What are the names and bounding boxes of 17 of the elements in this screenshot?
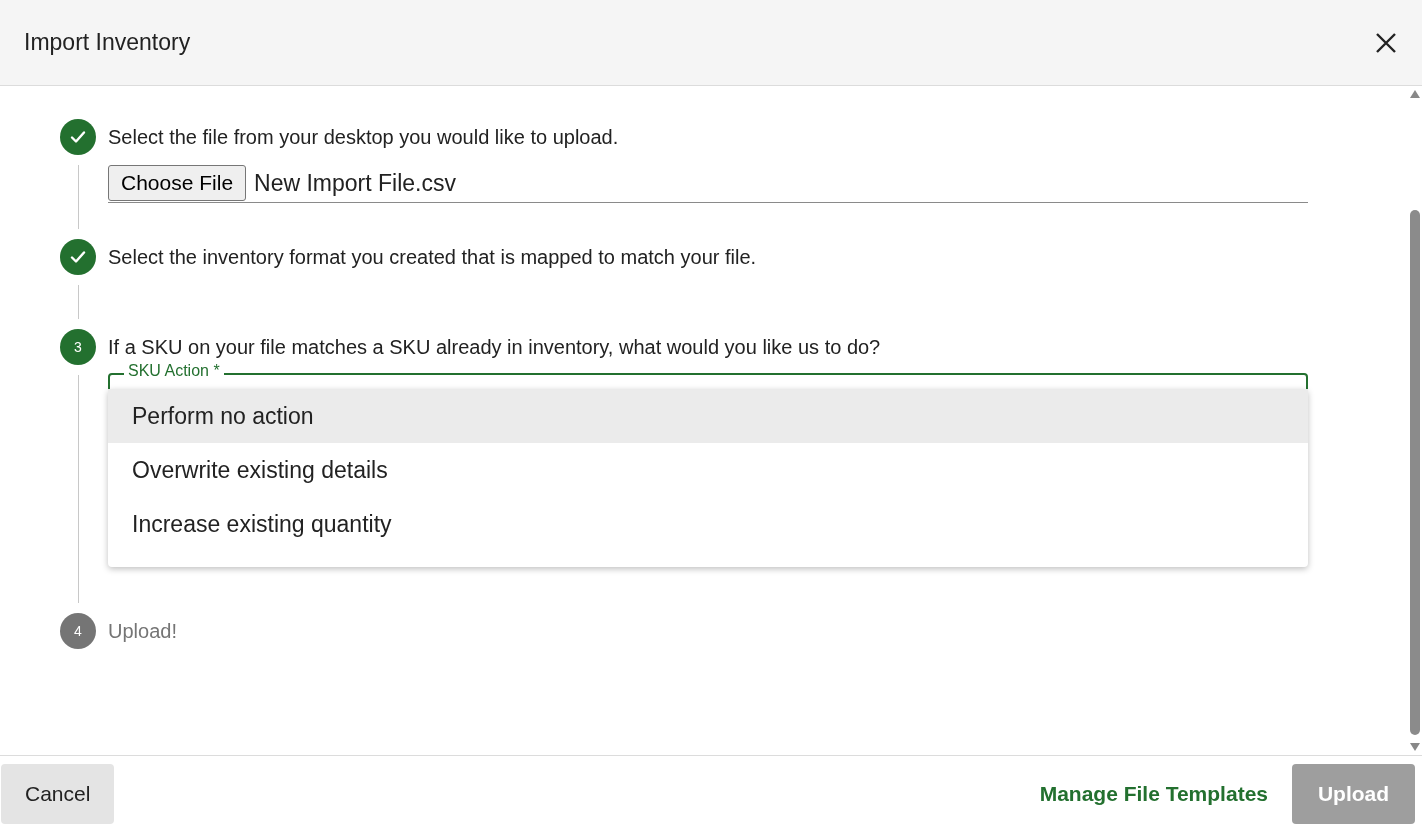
step-instruction: Select the file from your desktop you would like to upload. bbox=[108, 125, 620, 149]
choose-file-button[interactable]: Choose File bbox=[108, 165, 247, 201]
step-instruction: Select the inventory format you created that is mapped to match your file. bbox=[108, 245, 758, 269]
close-icon bbox=[1375, 31, 1397, 54]
dialog-title: Import Inventory bbox=[24, 28, 191, 58]
dropdown-option[interactable]: Overwrite existing details bbox=[108, 443, 1308, 497]
step-instruction: If a SKU on your file matches a SKU already in inventory, what would you like us to do? bbox=[108, 335, 882, 359]
step-number-marker: 4 bbox=[60, 613, 96, 649]
step-instruction: Upload! bbox=[108, 619, 178, 643]
dropdown-option[interactable]: Perform no action bbox=[108, 389, 1308, 443]
cancel-button[interactable]: Cancel bbox=[1, 764, 115, 824]
step-number-marker: 3 bbox=[60, 329, 96, 365]
file-name: New Import File.csv bbox=[254, 168, 456, 198]
scroll-down-icon bbox=[1410, 743, 1420, 751]
dropdown-option[interactable]: Increase existing quantity bbox=[108, 497, 1308, 551]
scroll-up-icon bbox=[1410, 90, 1420, 98]
manage-templates-link[interactable]: Manage File Templates bbox=[1039, 778, 1268, 810]
